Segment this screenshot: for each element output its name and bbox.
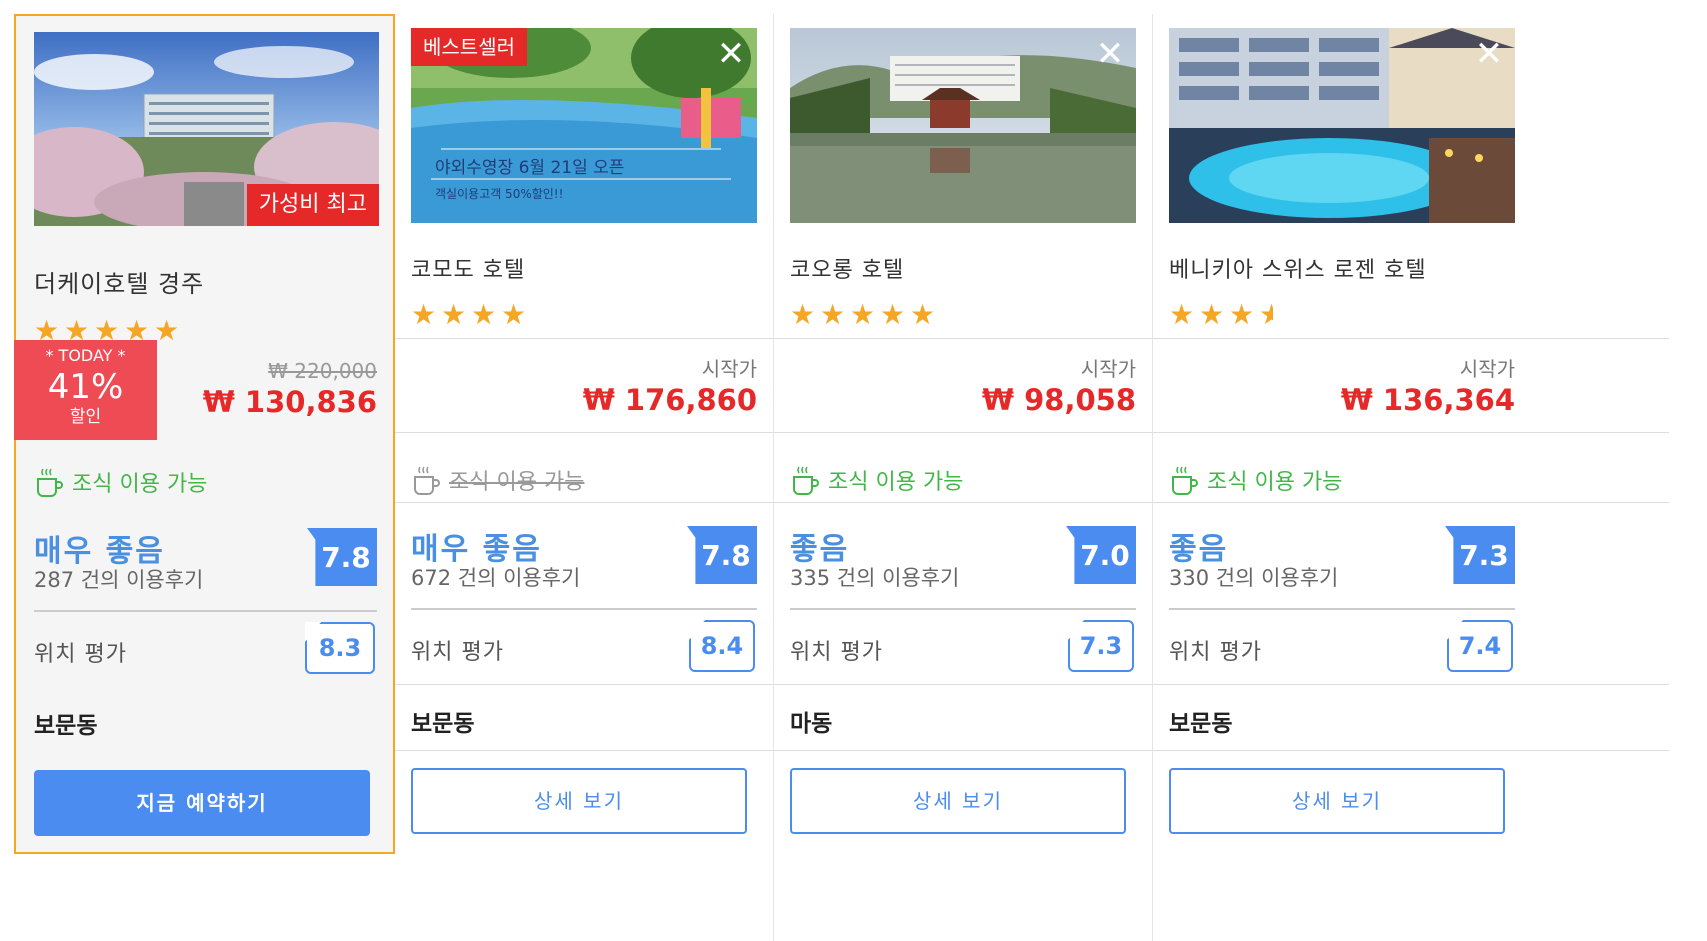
coffee-cup-icon: [414, 466, 440, 495]
star-rating: ★ ★ ★ ★ ★: [790, 298, 936, 332]
original-price: ₩ 220,000: [268, 359, 377, 383]
star-icon: ★: [910, 298, 936, 331]
breakfast-label: 조식 이용 가능: [1207, 470, 1343, 495]
current-price: ₩ 136,364: [1340, 383, 1515, 417]
hotel-name[interactable]: 코모도 호텔: [411, 252, 525, 284]
star-icon: ★: [820, 298, 846, 331]
location-rating-label: 위치 평가: [34, 642, 127, 667]
star-icon: ★: [1169, 298, 1195, 331]
star-icon: ★: [1229, 298, 1255, 331]
hotel-photo[interactable]: 가성비 최고: [34, 32, 379, 226]
bestseller-badge: 베스트셀러: [411, 28, 527, 66]
district-name: 보문동: [1169, 711, 1233, 737]
hotel-card[interactable]: 야외수영장 6월 21일 오픈 객실이용고객 50%할인!! 베스트셀러 ✕ 코…: [395, 14, 773, 931]
deal-percent: 41%: [47, 367, 124, 407]
photo-promo-line1: 야외수영장 6월 21일 오픈: [435, 158, 624, 178]
current-price: ₩ 98,058: [982, 383, 1136, 417]
location-score-badge: 8.4: [689, 620, 755, 672]
star-icon: ★: [411, 298, 437, 331]
review-score-badge: 7.8: [687, 526, 757, 584]
location-score-badge: 7.3: [1068, 620, 1134, 672]
price-block: 시작가 ₩ 98,058: [982, 356, 1136, 418]
review-count[interactable]: 335 건의 이용후기: [790, 562, 959, 592]
breakfast-label: 조식 이용 가능: [449, 470, 585, 495]
location-rating-label: 위치 평가: [790, 640, 883, 665]
close-icon[interactable]: ✕: [715, 37, 747, 71]
breakfast-info: 조식 이용 가능: [34, 462, 207, 502]
coffee-cup-icon: [793, 466, 819, 495]
start-price-label: 시작가: [1459, 357, 1515, 381]
star-rating: ★ ★ ★ ★: [411, 298, 527, 332]
score-divider: [411, 608, 757, 610]
breakfast-info: 조식 이용 가능: [1169, 460, 1342, 500]
current-price: ₩ 176,860: [582, 383, 757, 417]
hotel-name[interactable]: 베니키아 스위스 로젠 호텔: [1169, 252, 1427, 284]
hotel-card[interactable]: 가성비 최고 더케이호텔 경주 ★ ★ ★ ★ ★ * TODAY * 41% …: [14, 14, 395, 854]
review-score-badge: 7.8: [307, 528, 377, 586]
star-icon: ★: [501, 298, 527, 331]
star-icon: ★: [441, 298, 467, 331]
price-block: 시작가 ₩ 136,364: [1341, 356, 1515, 418]
location-score-badge: 8.3: [305, 622, 375, 674]
current-price: ₩ 130,836: [202, 385, 377, 419]
hotel-card[interactable]: ✕ 베니키아 스위스 로젠 호텔 ★ ★ ★ ★ 시작가 ₩ 136,364 조…: [1153, 14, 1531, 931]
price-block: ₩ 220,000 ₩ 130,836: [203, 358, 377, 420]
breakfast-label: 조식 이용 가능: [828, 470, 964, 495]
hotel-name[interactable]: 더케이호텔 경주: [34, 264, 204, 299]
hotel-photo[interactable]: 야외수영장 6월 21일 오픈 객실이용고객 50%할인!! 베스트셀러 ✕: [411, 28, 757, 223]
score-divider: [790, 608, 1136, 610]
hotel-comparison-grid: 가성비 최고 더케이호텔 경주 ★ ★ ★ ★ ★ * TODAY * 41% …: [14, 0, 1669, 941]
start-price-label: 시작가: [701, 357, 757, 381]
review-count[interactable]: 672 건의 이용후기: [411, 562, 580, 592]
book-now-button[interactable]: 지금 예약하기: [34, 770, 370, 836]
price-block: 시작가 ₩ 176,860: [583, 356, 757, 418]
district-name: 보문동: [34, 713, 98, 739]
deal-today-label: * TODAY *: [45, 346, 126, 365]
photo-promo-line2: 객실이용고객 50%할인!!: [435, 187, 563, 201]
hotel-photo[interactable]: ✕: [1169, 28, 1515, 223]
review-score-badge: 7.3: [1445, 526, 1515, 584]
location-score-badge: 7.4: [1447, 620, 1513, 672]
coffee-cup-icon: [1172, 466, 1198, 495]
district-name: 보문동: [411, 711, 475, 737]
hotel-card[interactable]: ✕ 코오롱 호텔 ★ ★ ★ ★ ★ 시작가 ₩ 98,058 조식 이용 가능…: [774, 14, 1152, 931]
star-icon: ★: [880, 298, 906, 331]
location-rating-label: 위치 평가: [411, 640, 504, 665]
star-icon: ★: [850, 298, 876, 331]
start-price-label: 시작가: [1080, 357, 1136, 381]
star-icon: ★: [790, 298, 816, 331]
star-icon: ★: [1199, 298, 1225, 331]
hotel-photo[interactable]: ✕: [790, 28, 1136, 223]
star-icon: ★: [471, 298, 497, 331]
discount-badge: * TODAY * 41% 할인: [14, 340, 157, 440]
score-divider: [34, 610, 377, 612]
location-rating-label: 위치 평가: [1169, 640, 1262, 665]
close-icon[interactable]: ✕: [1473, 37, 1505, 71]
breakfast-info: 조식 이용 가능: [790, 460, 963, 500]
coffee-cup-icon: [37, 468, 63, 497]
view-details-button[interactable]: 상세 보기: [411, 768, 747, 834]
hotel-photo-image: [790, 28, 1136, 223]
star-rating: ★ ★ ★ ★: [1169, 298, 1273, 332]
hotel-name[interactable]: 코오롱 호텔: [790, 252, 904, 284]
close-icon[interactable]: ✕: [1094, 37, 1126, 71]
deal-label: 할인: [69, 407, 102, 427]
half-star-icon: ★: [1259, 302, 1273, 331]
score-divider: [1169, 608, 1515, 610]
hotel-photo-image: [1169, 28, 1515, 223]
view-details-button[interactable]: 상세 보기: [790, 768, 1126, 834]
review-count[interactable]: 330 건의 이용후기: [1169, 562, 1338, 592]
breakfast-label: 조식 이용 가능: [72, 472, 208, 497]
view-details-button[interactable]: 상세 보기: [1169, 768, 1505, 834]
value-badge: 가성비 최고: [246, 184, 379, 226]
review-count[interactable]: 287 건의 이용후기: [34, 564, 203, 594]
district-name: 마동: [790, 711, 833, 737]
breakfast-info: 조식 이용 가능: [411, 460, 584, 500]
review-score-badge: 7.0: [1066, 526, 1136, 584]
star-icon: ★: [154, 314, 180, 347]
